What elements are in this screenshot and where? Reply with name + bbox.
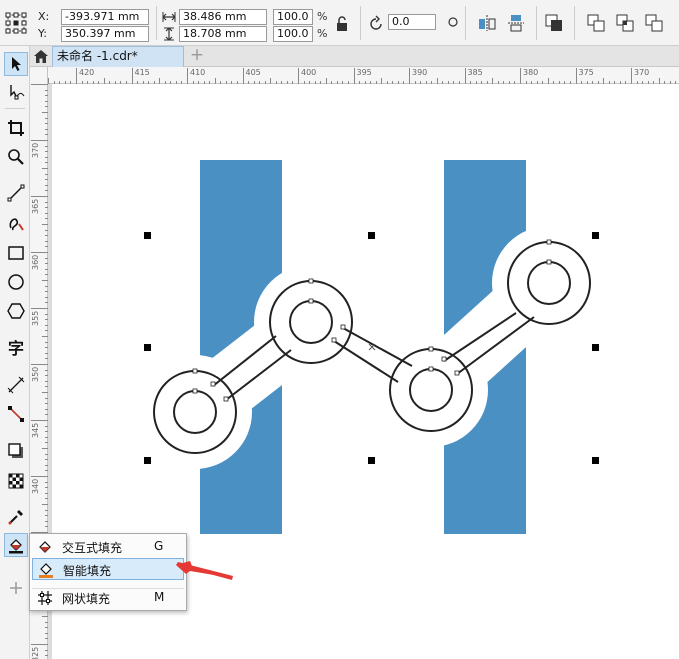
combine-icon[interactable]	[585, 12, 607, 34]
crop-tool-icon[interactable]	[4, 116, 28, 140]
ruler-label: 395	[356, 68, 372, 77]
object-origin-icon[interactable]	[5, 12, 27, 34]
flyout-item-smart-fill[interactable]: 智能填充	[32, 558, 184, 580]
interactive-fill-tool-icon[interactable]	[4, 533, 28, 557]
ruler-label: 405	[245, 68, 261, 77]
separator	[5, 108, 25, 109]
ruler-label: 345	[31, 422, 40, 438]
polygon-tool-icon[interactable]	[4, 299, 28, 323]
separator	[574, 6, 575, 40]
scale-y-field[interactable]: 100.0	[273, 26, 313, 42]
x-label: X:	[38, 10, 50, 23]
document-tab[interactable]: 未命名 -1.cdr*	[52, 46, 184, 67]
scale-x-field[interactable]: 100.0	[273, 9, 313, 25]
height-icon	[162, 27, 176, 41]
ellipse-tool-icon[interactable]	[4, 270, 28, 294]
property-bar: X: Y: -393.971 mm 350.397 mm 38.486 mm 1…	[0, 0, 679, 46]
artistic-media-tool-icon[interactable]	[4, 211, 28, 235]
flyout-item-shortcut: M	[154, 590, 165, 604]
ruler-label: 325	[31, 646, 40, 659]
rotation-field[interactable]: 0.0	[388, 14, 436, 30]
ruler-label: 360	[31, 254, 40, 270]
ruler-label: 410	[190, 68, 206, 77]
text-tool-glyph: 字	[7, 339, 24, 358]
arrange-icon[interactable]	[543, 12, 565, 34]
flyout-item-label: 交互式填充	[62, 541, 123, 555]
transparency-tool-icon[interactable]	[4, 469, 28, 493]
flyout-item-interactive-fill[interactable]: 交互式填充 G	[32, 536, 184, 558]
ruler-label: 365	[31, 198, 40, 214]
parallel-dimension-tool-icon[interactable]	[4, 373, 28, 397]
eyedropper-tool-icon[interactable]	[4, 505, 28, 529]
flyout-item-mesh-fill[interactable]: 网状填充 M	[32, 587, 184, 609]
ruler-label: 380	[523, 68, 539, 77]
x-position-field[interactable]: -393.971 mm	[61, 9, 149, 25]
flyout-item-label: 网状填充	[62, 592, 111, 606]
zoom-tool-icon[interactable]	[4, 145, 28, 169]
height-field[interactable]: 18.708 mm	[179, 26, 267, 42]
scale-x-unit: %	[317, 10, 328, 23]
width-icon	[162, 10, 176, 24]
smart-fill-icon	[37, 561, 55, 579]
mesh-fill-icon	[36, 589, 54, 607]
scale-y-unit: %	[317, 27, 328, 40]
separator	[465, 6, 466, 40]
ruler-label: 415	[134, 68, 150, 77]
ruler-label: 370	[634, 68, 650, 77]
ruler-label: 350	[31, 366, 40, 382]
ruler-label: 355	[31, 310, 40, 326]
text-tool-icon[interactable]: 字	[4, 335, 28, 359]
mirror-vertical-icon[interactable]	[505, 12, 527, 34]
new-tab-button[interactable]: +	[188, 47, 206, 64]
ruler-label: 370	[31, 142, 40, 158]
lock-ratio-icon[interactable]	[331, 13, 353, 35]
mirror-horizontal-icon[interactable]	[476, 12, 498, 34]
y-label: Y:	[38, 27, 47, 40]
width-field[interactable]: 38.486 mm	[179, 9, 267, 25]
degree-circle-icon	[442, 11, 464, 33]
trim-icon[interactable]	[643, 12, 665, 34]
add-tool-icon[interactable]	[4, 576, 28, 600]
flyout-item-shortcut: G	[154, 539, 164, 553]
drop-shadow-tool-icon[interactable]	[4, 439, 28, 463]
separator	[360, 6, 361, 40]
document-tab-bar: 未命名 -1.cdr* +	[30, 46, 679, 67]
pick-tool-icon[interactable]	[4, 52, 28, 76]
rotation-icon	[365, 13, 387, 35]
ruler-label: 390	[412, 68, 428, 77]
fill-tool-flyout: 交互式填充 G 智能填充 网状填充 M	[29, 533, 187, 611]
ruler-label: 385	[467, 68, 483, 77]
toolbox: 字	[0, 46, 30, 659]
home-icon[interactable]	[30, 46, 52, 66]
separator	[536, 6, 537, 40]
weld-icon[interactable]	[614, 12, 636, 34]
flyout-item-label: 智能填充	[63, 564, 112, 578]
horizontal-ruler[interactable]: 420 415 410 405 400 395 390 385 380 375 370	[48, 67, 679, 84]
interactive-fill-icon	[36, 538, 54, 556]
ruler-label: 340	[31, 478, 40, 494]
separator	[156, 6, 157, 40]
rectangle-tool-icon[interactable]	[4, 241, 28, 265]
shape-tool-icon[interactable]	[4, 80, 28, 104]
freehand-tool-icon[interactable]	[4, 181, 28, 205]
y-position-field[interactable]: 350.397 mm	[61, 26, 149, 42]
ruler-label: 400	[301, 68, 317, 77]
ruler-label: 420	[79, 68, 95, 77]
connector-tool-icon[interactable]	[4, 402, 28, 426]
ruler-label: 375	[578, 68, 594, 77]
